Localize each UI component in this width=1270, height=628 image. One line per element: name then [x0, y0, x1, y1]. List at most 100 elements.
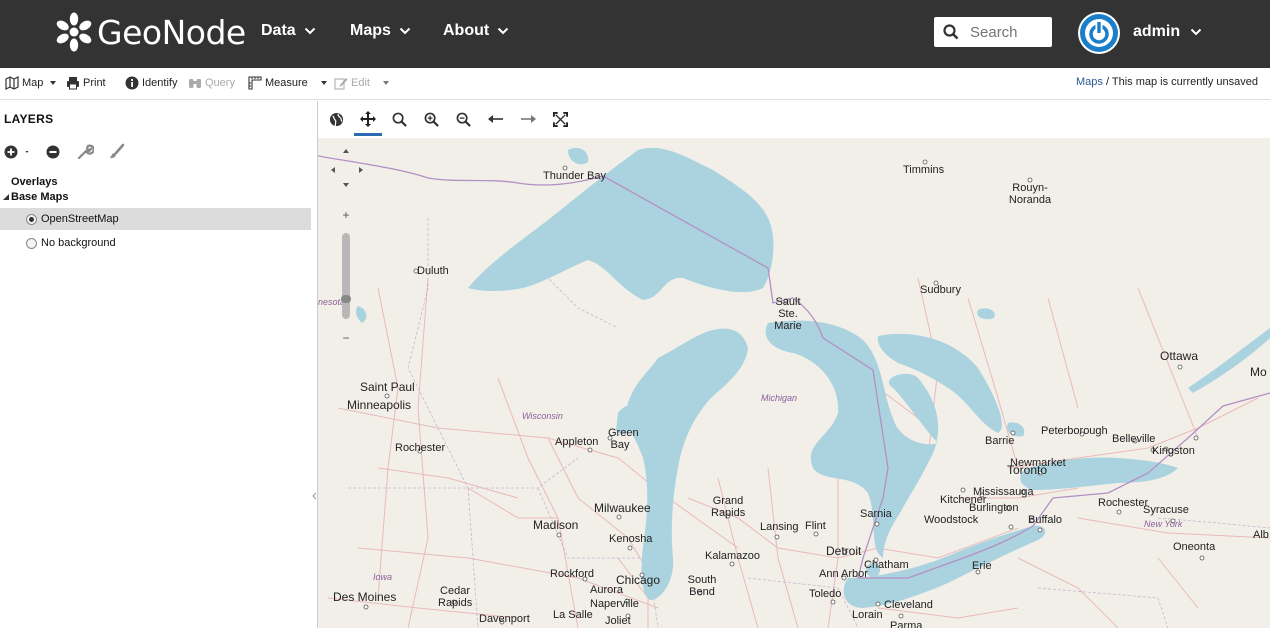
identify-button[interactable]: Identify — [125, 76, 177, 90]
zoom-out-button[interactable] — [453, 109, 473, 129]
map-label: Syracuse — [1143, 504, 1189, 516]
binoculars-icon — [189, 79, 201, 88]
map-label: Alb — [1253, 529, 1269, 541]
triangle-expand-icon — [3, 194, 9, 200]
search-input[interactable] — [970, 23, 1050, 41]
search-icon — [392, 112, 407, 127]
map-tools — [318, 101, 1270, 138]
map-label: La Salle — [553, 609, 593, 621]
map-label: Sarnia — [860, 508, 892, 520]
layer-label: OpenStreetMap — [41, 213, 119, 225]
map-label: Rockford — [550, 568, 595, 580]
map-label: Buffalo — [1028, 514, 1063, 526]
pan-button[interactable] — [354, 109, 382, 136]
measure-button[interactable]: Measure — [248, 76, 327, 90]
identify-label: Identify — [142, 77, 178, 89]
edit-label: Edit — [351, 77, 370, 89]
map-label: Chatham — [864, 559, 909, 571]
map-label: Michigan — [761, 393, 798, 403]
avatar[interactable] — [1078, 12, 1120, 54]
info-icon — [125, 76, 139, 90]
zoom-in-button[interactable] — [421, 109, 441, 129]
map-label: Barrie — [985, 435, 1015, 447]
layer-properties-button[interactable] — [76, 143, 95, 161]
nav-maps[interactable]: Maps — [350, 22, 411, 40]
breadcrumb-status: / This map is currently unsaved — [1102, 76, 1258, 88]
map-label: Flint — [805, 520, 826, 532]
map-label: New York — [1144, 519, 1183, 529]
map-label: Wisconsin — [522, 411, 563, 421]
forward-icon — [521, 115, 536, 123]
pan-arrows-icon[interactable] — [328, 148, 368, 188]
radio-selected[interactable] — [26, 213, 37, 225]
map-label: Grand Rapids — [711, 495, 746, 519]
radio-unselected[interactable] — [26, 237, 37, 249]
map-label: Burlington — [969, 502, 1019, 514]
map-label: Minneapolis — [347, 398, 412, 412]
edit-button[interactable]: Edit — [334, 76, 389, 90]
map-label: Toronto — [1007, 463, 1048, 477]
map-label: Sudbury — [920, 284, 961, 296]
caret-down-icon — [382, 81, 389, 85]
map-label: Green Bay — [608, 427, 639, 451]
base-map-openstreetmap[interactable]: OpenStreetMap — [0, 208, 311, 230]
nav-about[interactable]: About — [443, 22, 509, 40]
zoom-slider[interactable] — [341, 233, 351, 319]
remove-layer-button[interactable] — [44, 143, 62, 161]
add-icon — [4, 145, 29, 159]
chevron-down-icon — [399, 27, 411, 35]
base-map-no-background[interactable]: No background — [0, 232, 311, 254]
map-label: Rochester — [1098, 497, 1149, 509]
panel-collapse-handle[interactable] — [311, 476, 318, 516]
map-label: Erie — [972, 560, 992, 572]
map-label: Lansing — [760, 521, 799, 533]
zoom-in-control[interactable]: + — [336, 208, 356, 222]
zoom-box-button[interactable] — [389, 109, 409, 129]
pan-controls — [328, 148, 368, 188]
measure-label: Measure — [265, 77, 308, 89]
zoom-to-max-extent-button[interactable] — [326, 109, 346, 129]
breadcrumb-maps-link[interactable]: Maps — [1076, 76, 1103, 88]
map-label: Kenosha — [609, 533, 653, 545]
map-viewport[interactable]: Thunder Bay Timmins Rouyn-Noranda Duluth… — [318, 138, 1270, 628]
map-icon — [5, 76, 19, 90]
map-label: Kingston — [1152, 445, 1195, 457]
chevron-down-icon — [497, 27, 509, 35]
fullscreen-button[interactable] — [550, 109, 570, 129]
zoom-out-control[interactable]: − — [336, 331, 356, 345]
zoom-in-icon — [424, 112, 439, 127]
nav-data[interactable]: Data — [261, 22, 316, 40]
query-button[interactable]: Query — [188, 76, 235, 90]
water — [355, 147, 1270, 608]
user-menu[interactable]: admin — [1133, 23, 1202, 41]
map-label: Des Moines — [333, 590, 397, 604]
map-label: Cedar Rapids — [438, 585, 473, 609]
tree-group-base-maps[interactable]: Base Maps — [0, 186, 311, 208]
map-toolbar-top: Map Print Identify Query Measure Edit Ma… — [0, 68, 1270, 100]
nav-data-label: Data — [261, 22, 296, 39]
map-label: Appleton — [555, 436, 599, 448]
map-label: Peterborough — [1041, 425, 1108, 437]
map-menu-label: Map — [22, 77, 44, 89]
print-button[interactable]: Print — [66, 76, 106, 90]
map-label: Rochester — [395, 442, 446, 454]
map-label: Lorain — [852, 609, 883, 621]
map-menu-button[interactable]: Map — [5, 76, 57, 90]
layers-title: LAYERS — [4, 112, 54, 126]
map-label: Duluth — [417, 265, 449, 277]
map-label: Ann Arbor — [819, 568, 868, 580]
map-label: Thunder Bay — [543, 170, 606, 182]
power-icon — [1080, 14, 1118, 52]
map-label: Rouyn-Noranda — [1008, 182, 1052, 206]
username: admin — [1133, 23, 1181, 40]
layer-style-button[interactable] — [108, 143, 126, 161]
geonode-logo[interactable]: GeoNode — [54, 11, 246, 53]
basemap-graphics — [318, 147, 1270, 628]
add-layer-button[interactable] — [4, 143, 34, 161]
zoom-slider-handle[interactable] — [341, 295, 351, 303]
map-label: Oneonta — [1173, 541, 1216, 553]
search-icon[interactable] — [943, 24, 959, 40]
previous-extent-button[interactable] — [486, 109, 506, 129]
search-box — [934, 17, 1052, 47]
next-extent-button[interactable] — [518, 109, 538, 129]
